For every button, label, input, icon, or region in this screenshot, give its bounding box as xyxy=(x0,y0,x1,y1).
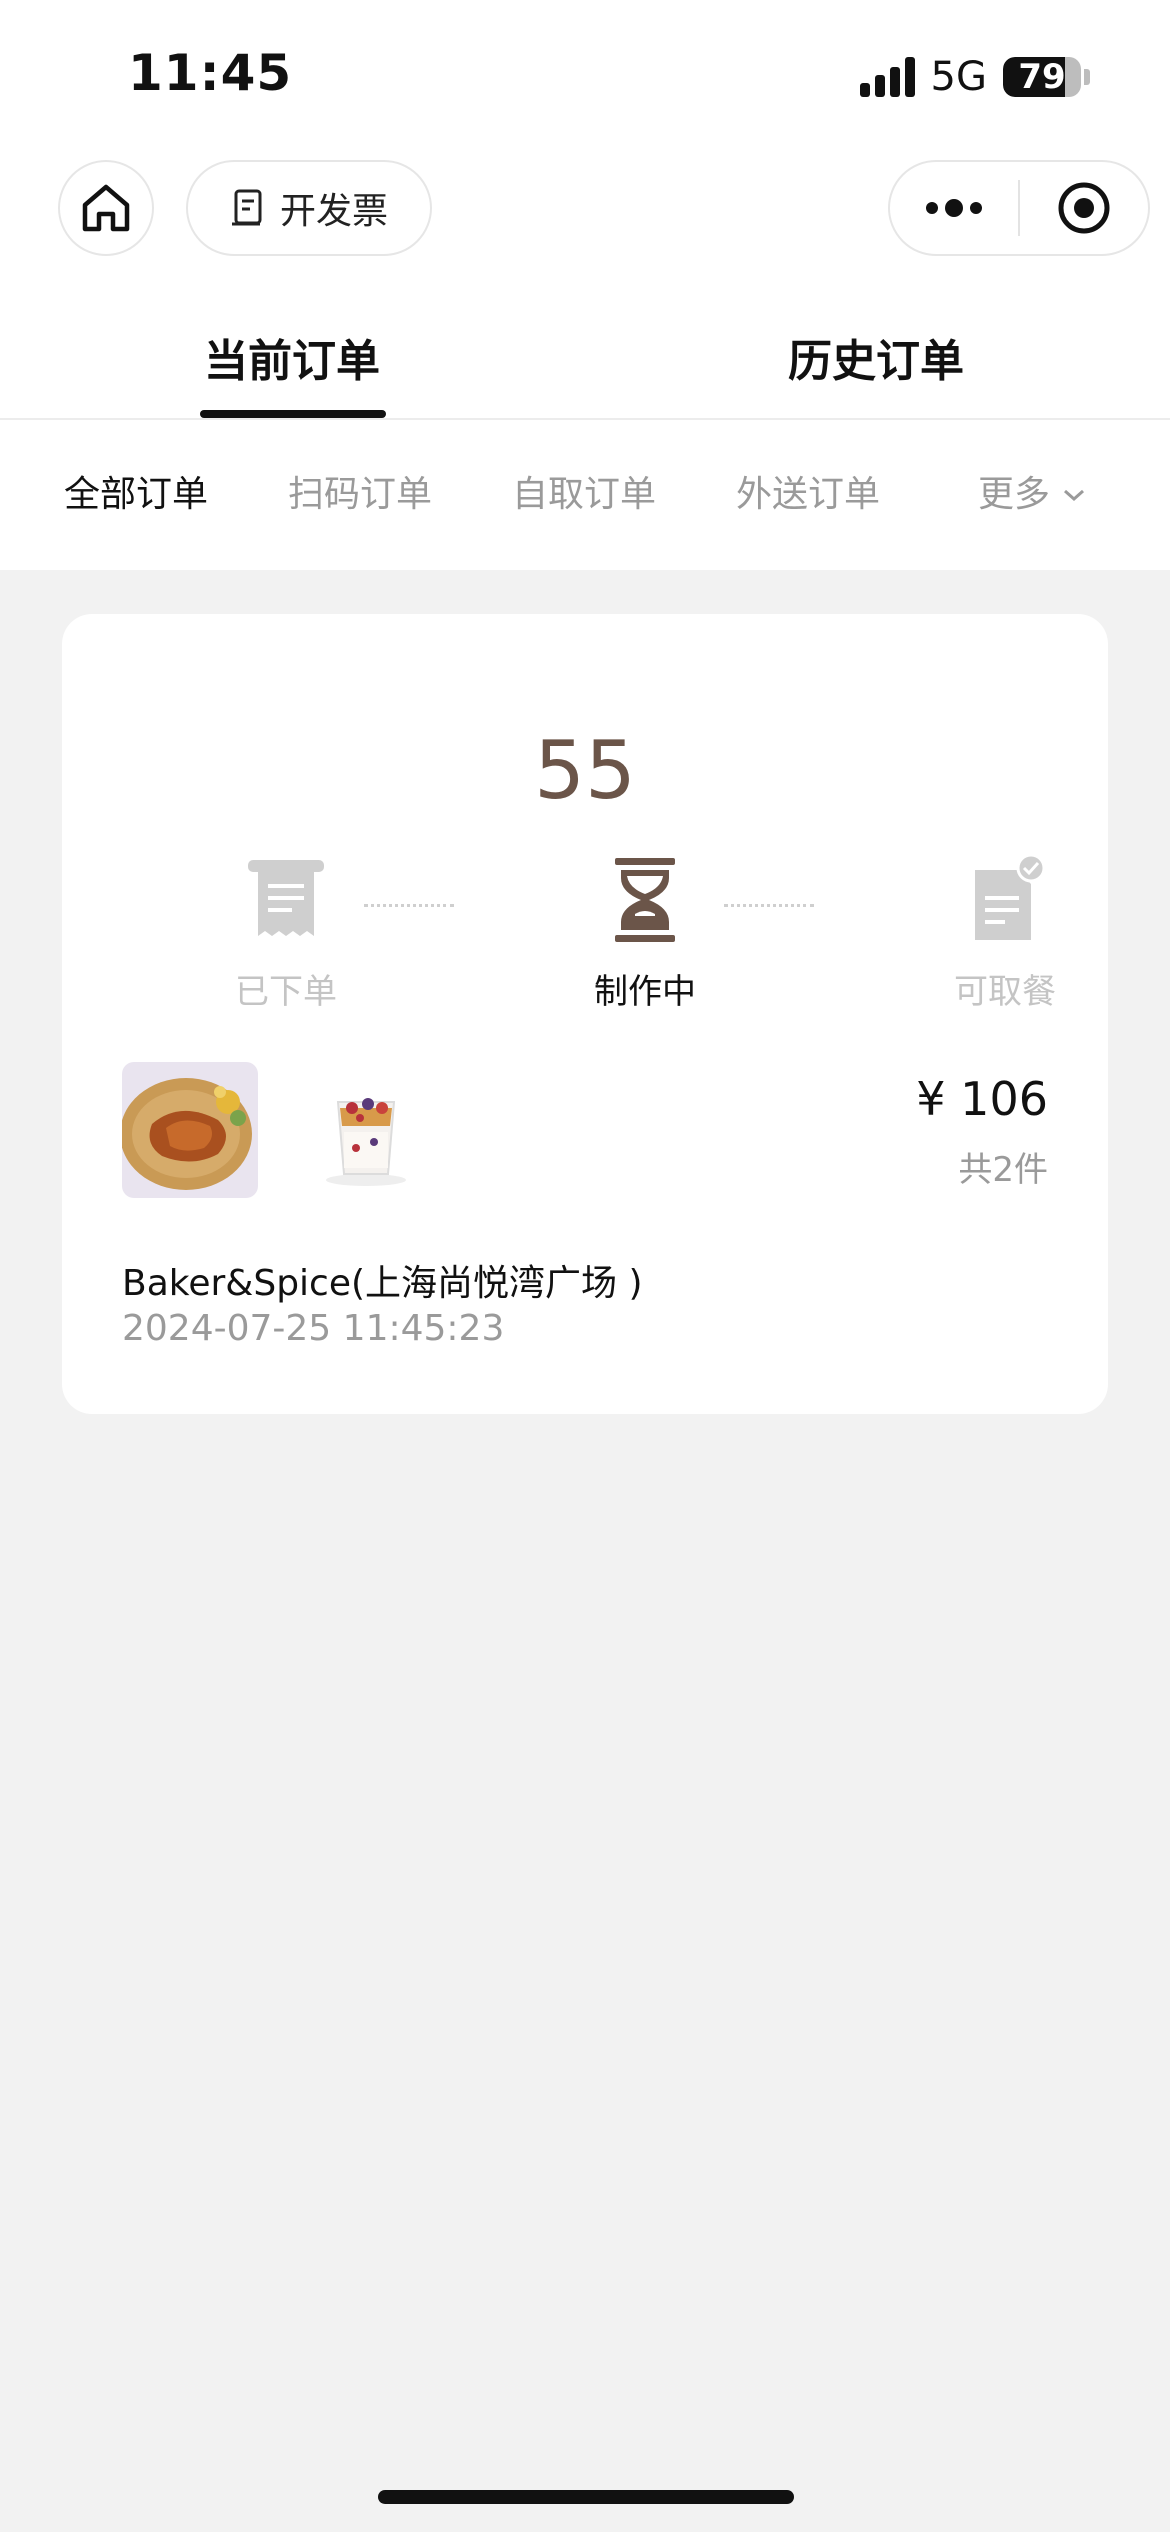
home-icon xyxy=(82,184,130,232)
hourglass-icon xyxy=(615,858,675,942)
order-item-count: 共2件 xyxy=(958,1150,1048,1190)
document-check-icon xyxy=(975,854,1045,940)
step-preparing: 制作中 xyxy=(555,856,735,1013)
roast-chicken-image xyxy=(122,1062,258,1198)
order-tabs: 当前订单 历史订单 xyxy=(0,320,1170,420)
filter-more[interactable]: 更多 xyxy=(978,440,1086,550)
item-thumbnail xyxy=(298,1062,434,1198)
signal-icon xyxy=(859,57,915,97)
step-ordered: 已下单 xyxy=(196,856,376,1013)
network-label: 5G xyxy=(930,54,987,100)
step-connector xyxy=(724,904,814,908)
filter-row: 全部订单 扫码订单 自取订单 外送订单 更多 xyxy=(0,440,1170,550)
more-dots-icon xyxy=(926,199,982,217)
invoice-button[interactable]: 开发票 xyxy=(186,160,432,256)
order-price: ¥ 106 xyxy=(916,1072,1048,1126)
target-close-icon xyxy=(1058,182,1110,234)
yogurt-parfait-image xyxy=(298,1062,434,1198)
tab-indicator xyxy=(200,410,386,418)
mini-program-capsule xyxy=(888,160,1150,256)
filter-all-orders[interactable]: 全部订单 xyxy=(64,440,208,550)
item-thumbnail xyxy=(122,1062,258,1198)
store-name: Baker&Spice(上海尚悦湾广场 ) xyxy=(122,1263,643,1304)
battery-level: 79 xyxy=(1018,57,1066,97)
order-countdown: 55 xyxy=(534,724,636,817)
order-card[interactable]: 55 已下单 制作中 可取餐 ¥ 106 共2件 Baker&Spice(上海尚… xyxy=(62,614,1108,1414)
close-button[interactable] xyxy=(1020,162,1148,254)
battery-icon: 79 xyxy=(1003,57,1090,97)
receipt-icon xyxy=(248,860,324,936)
status-indicators: 5G 79 xyxy=(859,52,1090,102)
invoice-label: 开发票 xyxy=(279,191,388,232)
filter-more-label: 更多 xyxy=(978,474,1051,515)
step-ready: 可取餐 xyxy=(915,854,1095,1013)
order-time: 2024-07-25 11:45:23 xyxy=(122,1308,505,1349)
step-connector xyxy=(364,904,454,908)
step-ordered-label: 已下单 xyxy=(235,972,337,1012)
tab-current-orders[interactable]: 当前订单 xyxy=(142,320,442,420)
chevron-down-icon xyxy=(1064,489,1085,502)
filter-delivery-orders[interactable]: 外送订单 xyxy=(736,440,880,550)
receipt-icon xyxy=(231,189,262,226)
home-button[interactable] xyxy=(58,160,154,256)
step-preparing-label: 制作中 xyxy=(594,972,696,1012)
tab-history-orders[interactable]: 历史订单 xyxy=(726,320,1026,420)
status-time: 11:45 xyxy=(128,44,293,102)
home-indicator xyxy=(378,2490,794,2504)
more-button[interactable] xyxy=(890,162,1018,254)
filter-scan-orders[interactable]: 扫码订单 xyxy=(288,440,432,550)
step-ready-label: 可取餐 xyxy=(954,972,1056,1012)
filter-pickup-orders[interactable]: 自取订单 xyxy=(512,440,656,550)
